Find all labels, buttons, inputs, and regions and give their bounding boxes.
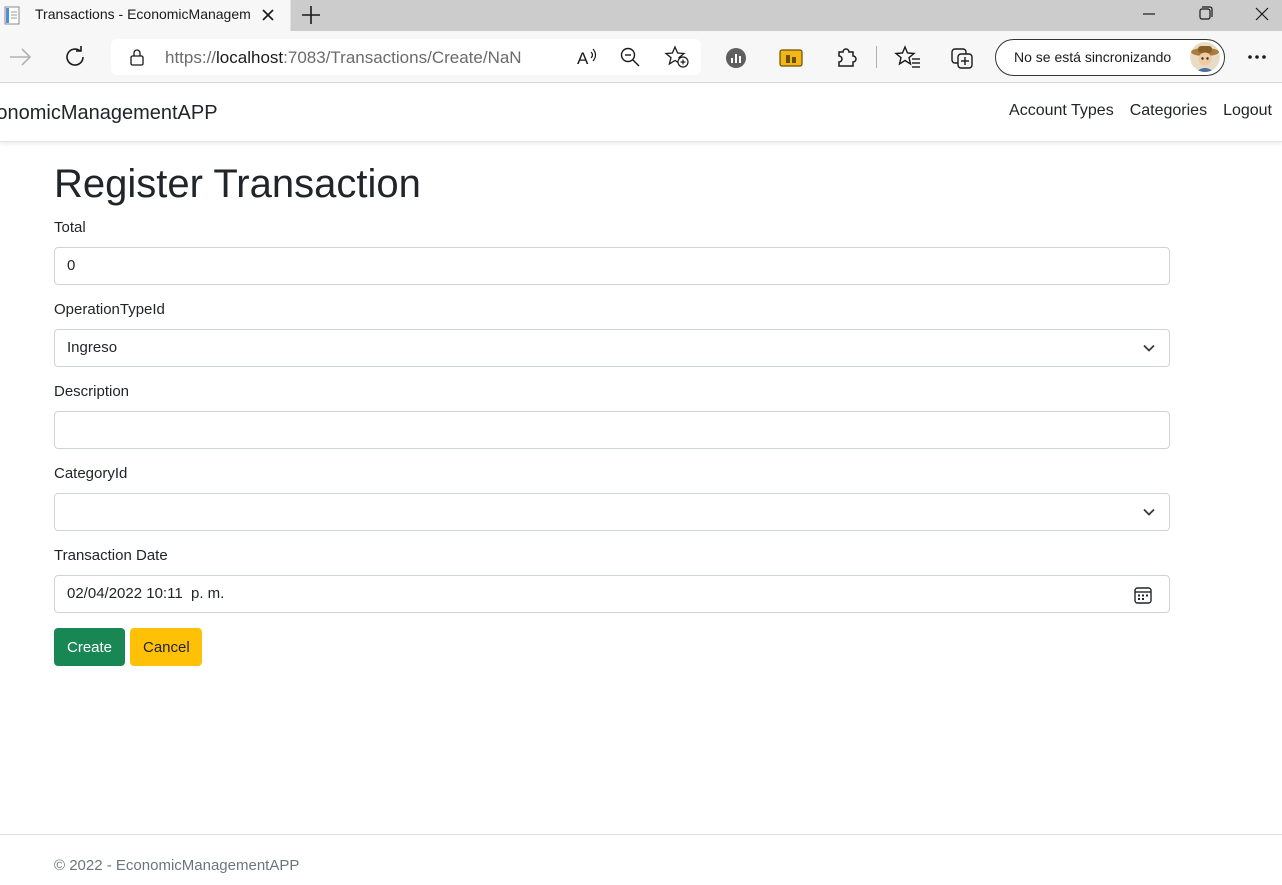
toolbar-divider	[876, 46, 877, 68]
transaction-date-label: Transaction Date	[54, 547, 168, 564]
description-group: Description	[54, 382, 1170, 449]
sync-status-label: No se está sincronizando	[1014, 49, 1172, 65]
close-tab-icon[interactable]	[258, 5, 278, 25]
operation-type-group: OperationTypeId Ingreso	[54, 300, 1170, 367]
calendar-icon[interactable]	[1133, 585, 1153, 605]
category-select[interactable]	[54, 493, 1170, 531]
total-label: Total	[54, 219, 86, 236]
minimize-icon[interactable]	[1126, 0, 1172, 30]
refresh-icon[interactable]	[61, 43, 89, 71]
address-bar[interactable]: https://localhost:7083/Transactions/Crea…	[111, 39, 701, 75]
cancel-button[interactable]: Cancel	[130, 628, 202, 666]
operation-type-label: OperationTypeId	[54, 301, 165, 318]
close-window-icon[interactable]	[1239, 0, 1282, 30]
app-navbar: EconomicManagementAPP Account Types Cate…	[0, 84, 1282, 142]
profile-sync-button[interactable]: No se está sincronizando	[995, 39, 1225, 76]
create-button[interactable]: Create	[54, 628, 125, 666]
transaction-date-input[interactable]: 02/04/2022 10:11 p. m.	[54, 575, 1170, 613]
brand-link[interactable]: EconomicManagementAPP	[0, 102, 218, 125]
nav-account-types[interactable]: Account Types	[1009, 102, 1114, 120]
tab-title: Transactions - EconomicManagementAPP	[35, 6, 251, 22]
restore-icon[interactable]	[1183, 0, 1229, 30]
add-favorite-icon[interactable]	[664, 45, 690, 69]
nav-links: Account Types Categories Logout	[1009, 102, 1272, 120]
transaction-date-value: 02/04/2022 10:11 p. m.	[67, 585, 225, 602]
footer-copyright: © 2022 - EconomicManagementAPP	[54, 857, 300, 874]
favorites-icon[interactable]	[894, 43, 922, 71]
extensions-puzzle-icon[interactable]	[832, 43, 860, 71]
browser-tabstrip: Transactions - EconomicManagementAPP	[0, 0, 1282, 31]
page-footer: © 2022 - EconomicManagementAPP	[0, 834, 1282, 885]
extension-icon[interactable]	[777, 44, 805, 72]
zoom-out-icon[interactable]	[619, 46, 641, 68]
description-input[interactable]	[54, 411, 1170, 449]
nav-categories[interactable]: Categories	[1130, 102, 1207, 120]
lock-icon[interactable]	[129, 48, 145, 66]
url-text[interactable]: https://localhost:7083/Transactions/Crea…	[165, 48, 522, 68]
total-input[interactable]: 0	[54, 247, 1170, 285]
new-tab-icon[interactable]	[299, 3, 323, 27]
total-group: Total 0	[54, 218, 1170, 285]
avatar	[1190, 42, 1220, 72]
forward-icon[interactable]	[6, 43, 34, 71]
chevron-down-icon	[1143, 508, 1155, 516]
category-group: CategoryId	[54, 464, 1170, 531]
total-value: 0	[67, 257, 76, 274]
collections-icon[interactable]	[949, 43, 977, 71]
register-transaction-form: Register Transaction Total 0 OperationTy…	[54, 160, 1170, 666]
performance-icon[interactable]	[722, 44, 750, 72]
svg-text:A: A	[577, 49, 589, 68]
category-label: CategoryId	[54, 465, 128, 482]
form-actions: Create Cancel	[54, 628, 1170, 666]
url-host: localhost	[216, 48, 284, 67]
browser-toolbar: https://localhost:7083/Transactions/Crea…	[0, 31, 1282, 83]
url-prefix: https://	[165, 48, 217, 67]
description-label: Description	[54, 383, 130, 400]
page-title: Register Transaction	[54, 162, 421, 206]
url-path: :7083/Transactions/Create/NaN	[283, 48, 522, 67]
operation-type-value: Ingreso	[67, 339, 118, 356]
more-menu-icon[interactable]	[1244, 43, 1272, 71]
chevron-down-icon	[1143, 344, 1155, 352]
transaction-date-group: Transaction Date 02/04/2022 10:11 p. m.	[54, 546, 1170, 613]
browser-tab[interactable]: Transactions - EconomicManagementAPP	[0, 0, 291, 31]
operation-type-select[interactable]: Ingreso	[54, 329, 1170, 367]
nav-logout[interactable]: Logout	[1223, 102, 1272, 120]
read-aloud-icon[interactable]: A	[575, 46, 599, 68]
page-icon	[4, 6, 20, 25]
